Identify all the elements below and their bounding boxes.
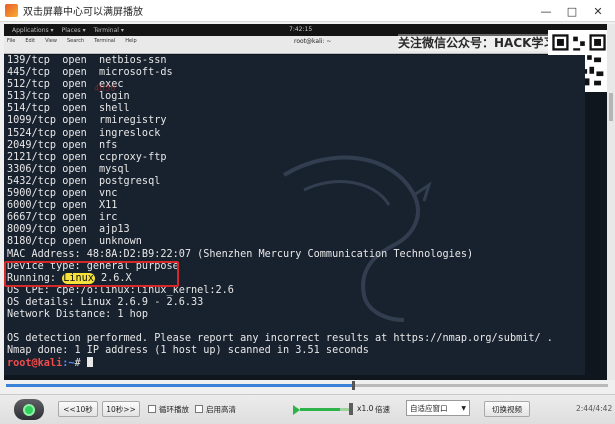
- player-title-bar: 双击屏幕中心可以满屏播放 — □ ✕: [0, 0, 615, 22]
- terminal-line: Nmap done: 1 IP address (1 host up) scan…: [7, 345, 369, 357]
- menu-search[interactable]: Search: [67, 38, 84, 44]
- terminal-line: 1099/tcp open rmiregistry: [7, 115, 167, 127]
- forward-10s-button[interactable]: 10秒>>: [102, 401, 140, 417]
- prompt-user: root@kali: [7, 358, 63, 370]
- play-status-icon: [23, 403, 35, 416]
- terminal-cursor: [86, 357, 93, 368]
- terminal-line: 445/tcp open microsoft-ds: [7, 67, 173, 79]
- window-controls: — □ ✕: [533, 0, 611, 22]
- prompt-line[interactable]: root@kali:~#: [7, 357, 585, 369]
- annotation-red-box: [4, 261, 179, 287]
- loop-checkbox[interactable]: [148, 405, 156, 413]
- applications-menu[interactable]: Applications ▾: [12, 27, 54, 34]
- speed-value: x1.0: [357, 404, 374, 413]
- maximize-button[interactable]: □: [559, 0, 585, 22]
- menu-edit[interactable]: Edit: [25, 38, 35, 44]
- terminal-line: 514/tcp open shell: [7, 103, 130, 115]
- seek-progress: [6, 384, 353, 387]
- menu-view[interactable]: View: [45, 38, 57, 44]
- seek-thumb[interactable]: [351, 381, 355, 390]
- speed-slider-thumb[interactable]: [349, 403, 354, 415]
- playback-controls: <<10秒 10秒>> 循环播放 启用高清 x1.0 倍速 自适应窗口 ▼ 切换…: [0, 394, 615, 424]
- terminal-menubar: File Edit View Search Terminal Help: [7, 38, 137, 44]
- terminal-line: 139/tcp open netbios-ssn: [7, 55, 167, 66]
- kali-dragon-watermark-icon: [282, 155, 432, 322]
- side-scrollbar[interactable]: [607, 24, 615, 380]
- switch-video-button[interactable]: 切换视频: [484, 401, 530, 417]
- promo-watermark: 关注微信公众号：HACK学习呀: [398, 34, 568, 51]
- hd-checkbox[interactable]: [195, 405, 203, 413]
- speed-slider-fill: [300, 408, 341, 411]
- speed-arrow-icon: [293, 405, 300, 415]
- stamp-mark: 4050: [94, 84, 116, 94]
- loop-label: 循环播放: [159, 405, 189, 414]
- time-readout: 2:44/4:42: [576, 404, 613, 413]
- side-scrollbar-thumb[interactable]: [609, 93, 613, 121]
- menu-file[interactable]: File: [7, 38, 15, 44]
- close-button[interactable]: ✕: [585, 0, 611, 22]
- app-icon: [5, 4, 18, 17]
- seek-area: [0, 380, 615, 394]
- prompt-path: :~: [62, 358, 75, 370]
- play-pause-button[interactable]: [14, 399, 44, 420]
- window-mode-value: 自适应窗口: [410, 403, 448, 413]
- minimize-button[interactable]: —: [533, 0, 559, 22]
- rewind-10s-button[interactable]: <<10秒: [58, 401, 98, 417]
- terminal-output[interactable]: 4050 139/tcp open netbios-ssn 445/tcp op…: [4, 55, 585, 375]
- terminal-line: OS detection performed. Please report an…: [7, 333, 553, 345]
- window-mode-select[interactable]: 自适应窗口 ▼: [406, 400, 470, 416]
- prompt-symbol: #: [74, 358, 87, 370]
- terminal-window-title: root@kali: ~: [294, 38, 332, 45]
- menu-terminal[interactable]: Terminal: [94, 38, 115, 44]
- chevron-down-icon: ▼: [461, 405, 466, 412]
- hd-label: 启用高清: [206, 405, 236, 414]
- menu-help[interactable]: Help: [125, 38, 136, 44]
- places-menu[interactable]: Places ▾: [62, 27, 86, 34]
- terminal-menu[interactable]: Terminal ▾: [94, 27, 124, 34]
- desktop-clock: 7:42:15: [289, 26, 313, 33]
- player-title: 双击屏幕中心可以满屏播放: [23, 7, 143, 18]
- speed-label: 倍速: [375, 405, 390, 414]
